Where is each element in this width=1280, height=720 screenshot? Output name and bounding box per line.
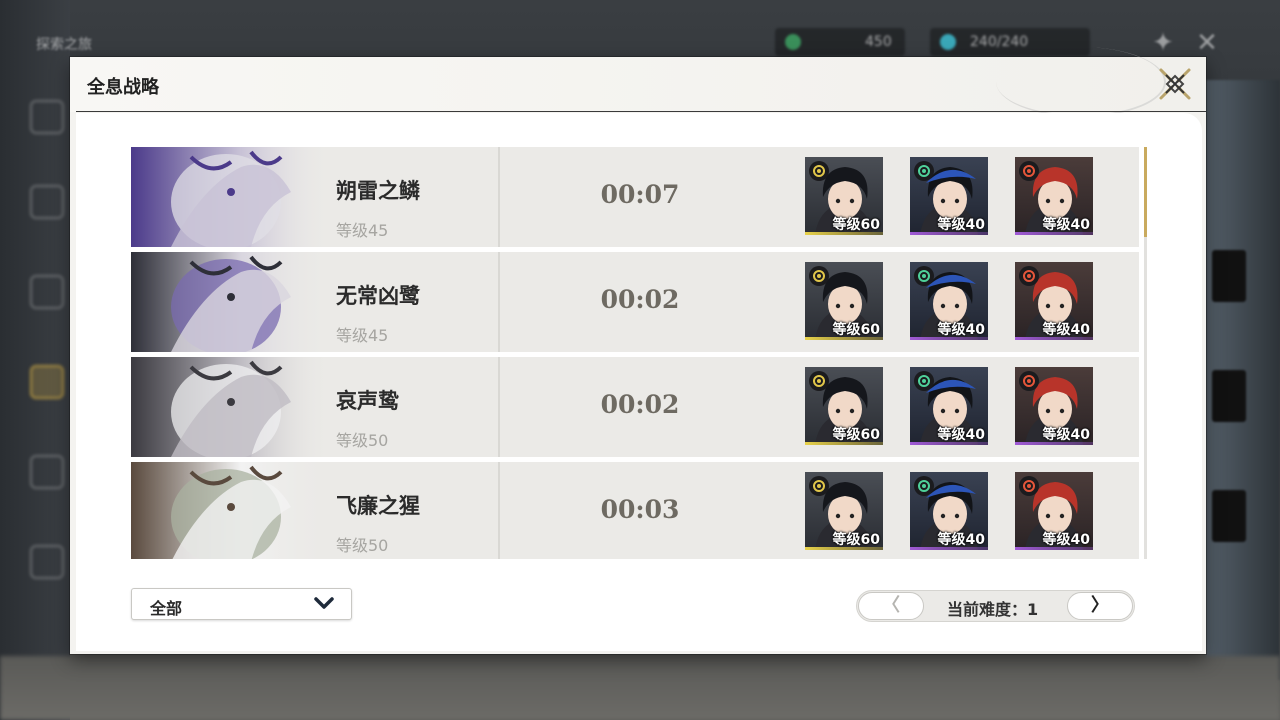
team-lineup: 等级60 等级40 等级40 [805, 472, 1105, 552]
clear-time: 00:03 [600, 495, 680, 524]
fusion-element-icon [1019, 266, 1039, 286]
character-card[interactable]: 等级40 [910, 262, 988, 340]
current-difficulty-label: 当前难度：1 [947, 600, 1039, 619]
background-gear-icon: ✦ [1152, 28, 1174, 58]
character-level: 等级40 [937, 217, 985, 233]
clear-time: 00:02 [600, 285, 680, 314]
team-lineup: 等级60 等级40 等级40 [805, 367, 1105, 447]
aero-element-icon [914, 161, 934, 181]
background-nav-icon [30, 455, 64, 489]
background-sidebar [0, 0, 70, 720]
previous-difficulty-button[interactable]: 〈 [858, 592, 924, 620]
currency-1-value: 450 [865, 34, 892, 50]
spectro-element-icon [809, 161, 829, 181]
boss-row[interactable]: 哀声鸷等级50 00:02 等级60 等级40 等级40 [131, 357, 1139, 457]
spectro-element-icon [809, 476, 829, 496]
fusion-element-icon [1019, 476, 1039, 496]
boss-name: 飞廉之猩 [336, 494, 420, 518]
character-level: 等级60 [832, 217, 880, 233]
boss-portrait [131, 252, 331, 352]
boss-portrait [131, 357, 331, 457]
boss-level: 等级45 [336, 326, 389, 345]
boss-name: 无常凶鹭 [336, 284, 420, 308]
background-right-panel [1206, 80, 1280, 680]
character-level: 等级60 [832, 322, 880, 338]
background-nav-icon [30, 275, 64, 309]
character-level: 等级40 [937, 532, 985, 548]
aero-element-icon [914, 266, 934, 286]
close-icon [1159, 68, 1191, 100]
filter-selected-label: 全部 [150, 599, 183, 618]
background-floor [0, 656, 1280, 720]
clear-time: 00:02 [600, 390, 680, 419]
boss-list[interactable]: 朔雷之鳞 等级45 00:07 等级60 等级40 等级40 无常凶鹭 等级45 00:02 等级… [131, 147, 1139, 559]
header-decoration [996, 47, 1166, 117]
boss-level: 等级50 [336, 536, 389, 555]
character-card[interactable]: 等级40 [1015, 367, 1093, 445]
spectro-element-icon [809, 371, 829, 391]
aero-element-icon [914, 371, 934, 391]
character-level: 等级40 [1042, 322, 1090, 338]
character-level: 等级40 [1042, 532, 1090, 548]
header-divider [76, 111, 1206, 112]
boss-row[interactable]: 飞廉之猩等级50 00:03 等级60 等级40 等级40 [131, 462, 1139, 559]
background-nav-icon [30, 100, 64, 134]
team-lineup: 等级60 等级40 等级40 [805, 262, 1105, 342]
character-card[interactable]: 等级60 [805, 367, 883, 445]
filter-dropdown[interactable]: 全部 [131, 588, 352, 620]
scrollbar-thumb[interactable] [1144, 147, 1147, 237]
holographic-strategy-modal: 全息战略 朔雷之鳞 等级45 00:07 等级60 等级40 等级40 无常凶鹭 等级45 00… [70, 47, 1206, 654]
character-card[interactable]: 等级40 [910, 157, 988, 235]
next-difficulty-button[interactable]: 〉 [1067, 592, 1133, 620]
character-level: 等级60 [832, 427, 880, 443]
boss-row[interactable]: 朔雷之鳞等级45 00:07 等级60 等级40 等级40 [131, 147, 1139, 247]
fusion-element-icon [1019, 161, 1039, 181]
character-card[interactable]: 等级60 [805, 262, 883, 340]
background-nav-icon [30, 545, 64, 579]
character-level: 等级40 [1042, 427, 1090, 443]
character-card[interactable]: 等级40 [910, 472, 988, 550]
boss-level: 等级45 [336, 221, 389, 240]
character-level: 等级40 [1042, 217, 1090, 233]
chevron-down-icon [314, 597, 334, 609]
character-level: 等级60 [832, 532, 880, 548]
character-level: 等级40 [937, 322, 985, 338]
currency-2-value: 240/240 [970, 34, 1029, 50]
character-card[interactable]: 等级40 [1015, 262, 1093, 340]
spectro-element-icon [809, 266, 829, 286]
boss-name: 朔雷之鳞 [336, 179, 420, 203]
background-nav-icon [30, 185, 64, 219]
character-level: 等级40 [937, 427, 985, 443]
boss-portrait [131, 462, 331, 559]
character-card[interactable]: 等级40 [1015, 157, 1093, 235]
background-hud-title: 探索之旅 [36, 37, 92, 53]
currency-icon [940, 34, 956, 50]
character-card[interactable]: 等级60 [805, 157, 883, 235]
currency-icon [785, 34, 801, 50]
close-button[interactable] [1158, 67, 1192, 101]
boss-portrait [131, 147, 331, 247]
modal-header: 全息战略 [70, 47, 1206, 117]
character-card[interactable]: 等级40 [1015, 472, 1093, 550]
fusion-element-icon [1019, 371, 1039, 391]
background-nav-icon [30, 365, 64, 399]
background-currency-1: 450 [775, 28, 905, 56]
boss-level: 等级50 [336, 431, 389, 450]
difficulty-pager: 〈 当前难度：1 〉 [856, 590, 1135, 622]
team-lineup: 等级60 等级40 等级40 [805, 157, 1105, 237]
boss-name: 哀声鸷 [336, 389, 399, 413]
character-card[interactable]: 等级60 [805, 472, 883, 550]
aero-element-icon [914, 476, 934, 496]
clear-time: 00:07 [600, 180, 680, 209]
character-card[interactable]: 等级40 [910, 367, 988, 445]
background-close-icon: ✕ [1196, 28, 1218, 58]
modal-title: 全息战略 [87, 77, 159, 98]
boss-row[interactable]: 无常凶鹭等级45 00:02 等级60 等级40 等级40 [131, 252, 1139, 352]
